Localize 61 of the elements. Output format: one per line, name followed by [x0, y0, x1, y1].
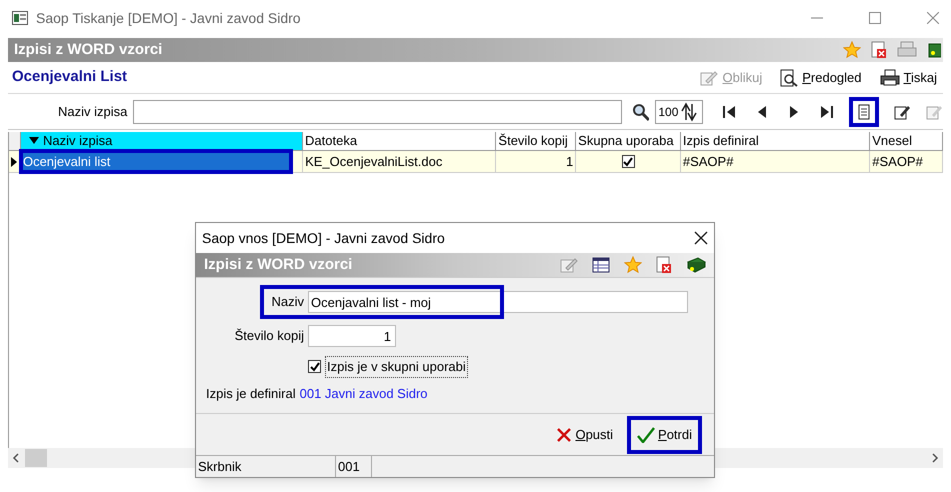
status-cell: 001: [336, 456, 372, 477]
table-cell: #SAOP#: [680, 151, 870, 172]
star-icon[interactable]: [843, 41, 861, 59]
dialog-title: Saop vnos [DEMO] - Javni zavod Sidro: [202, 228, 445, 248]
field-label: Izpis je definiral: [206, 384, 296, 403]
checkmark-icon: [637, 426, 656, 442]
section-title: Izpisi z WORD vzorci: [204, 254, 352, 275]
filter-label: Naziv izpisa: [58, 102, 128, 121]
scroll-left-icon[interactable]: [12, 453, 19, 463]
cross-icon: [556, 426, 572, 442]
skip-last-icon: [818, 104, 834, 120]
table-cell: 1: [496, 151, 576, 172]
table-cell: Ocenjevalni list: [20, 151, 292, 172]
document-icon: [856, 104, 872, 120]
delete-document-icon[interactable]: [871, 41, 887, 59]
search-icon[interactable]: [632, 102, 650, 120]
status-cell: Skrbnik: [196, 456, 336, 477]
section-title: Izpisi z WORD vzorci: [14, 40, 162, 60]
checkbox-label: Izpis je v skupni uporabi: [325, 356, 468, 378]
checkbox[interactable]: [622, 155, 635, 168]
column-header[interactable]: Datoteka: [303, 132, 496, 150]
zoom-spinner[interactable]: 100: [655, 100, 703, 124]
column-header[interactable]: Naziv izpisa: [20, 132, 304, 150]
search-field[interactable]: [133, 100, 622, 124]
edit-icon: [894, 104, 910, 120]
table-cell: #SAOP#: [870, 151, 944, 172]
scroll-right-icon[interactable]: [932, 453, 939, 463]
checkbox[interactable]: [308, 360, 321, 374]
scrollbar-thumb[interactable]: [25, 449, 47, 467]
star-icon[interactable]: [624, 256, 642, 274]
copies-field[interactable]: 1: [308, 325, 396, 347]
spinner-arrows-icon[interactable]: [680, 102, 698, 122]
action-button[interactable]: Predogled: [780, 68, 862, 88]
dialog-button[interactable]: Opusti: [550, 420, 620, 448]
field-label: Naziv: [270, 293, 305, 312]
close-icon[interactable]: [694, 231, 708, 245]
printer-icon: [880, 68, 900, 86]
delete-document-icon[interactable]: [656, 256, 672, 274]
table-icon[interactable]: [592, 257, 610, 273]
window-title: Saop Tiskanje [DEMO] - Javni zavod Sidro: [36, 8, 301, 28]
skip-first-icon: [722, 104, 738, 120]
action-button[interactable]: Tiskaj: [880, 68, 937, 88]
row-pointer-icon: [11, 156, 18, 166]
column-header[interactable]: Število kopij: [496, 132, 576, 150]
name-field[interactable]: Ocenjavalni list - moj: [308, 291, 688, 313]
edit-icon: [926, 104, 942, 120]
edit-icon: [700, 70, 718, 86]
column-header[interactable]: Skupna uporaba: [576, 132, 681, 150]
field-label: Število kopij: [234, 327, 305, 346]
column-header[interactable]: Vnesel: [870, 132, 944, 150]
app-icon: [12, 11, 28, 25]
book-icon[interactable]: [686, 256, 706, 274]
dialog-button[interactable]: Potrdi: [627, 416, 702, 454]
maximize-icon[interactable]: [869, 12, 881, 24]
book-icon[interactable]: [927, 41, 941, 59]
magnifier-document-icon: [780, 68, 798, 86]
owner-link[interactable]: 001 Javni zavod Sidro: [300, 384, 428, 403]
form-title: Ocenjevalni List: [12, 67, 128, 88]
table-cell: KE_OcenjevalniList.doc: [303, 151, 496, 172]
toolbar-button[interactable]: [849, 96, 879, 126]
sort-down-icon: [28, 137, 39, 145]
